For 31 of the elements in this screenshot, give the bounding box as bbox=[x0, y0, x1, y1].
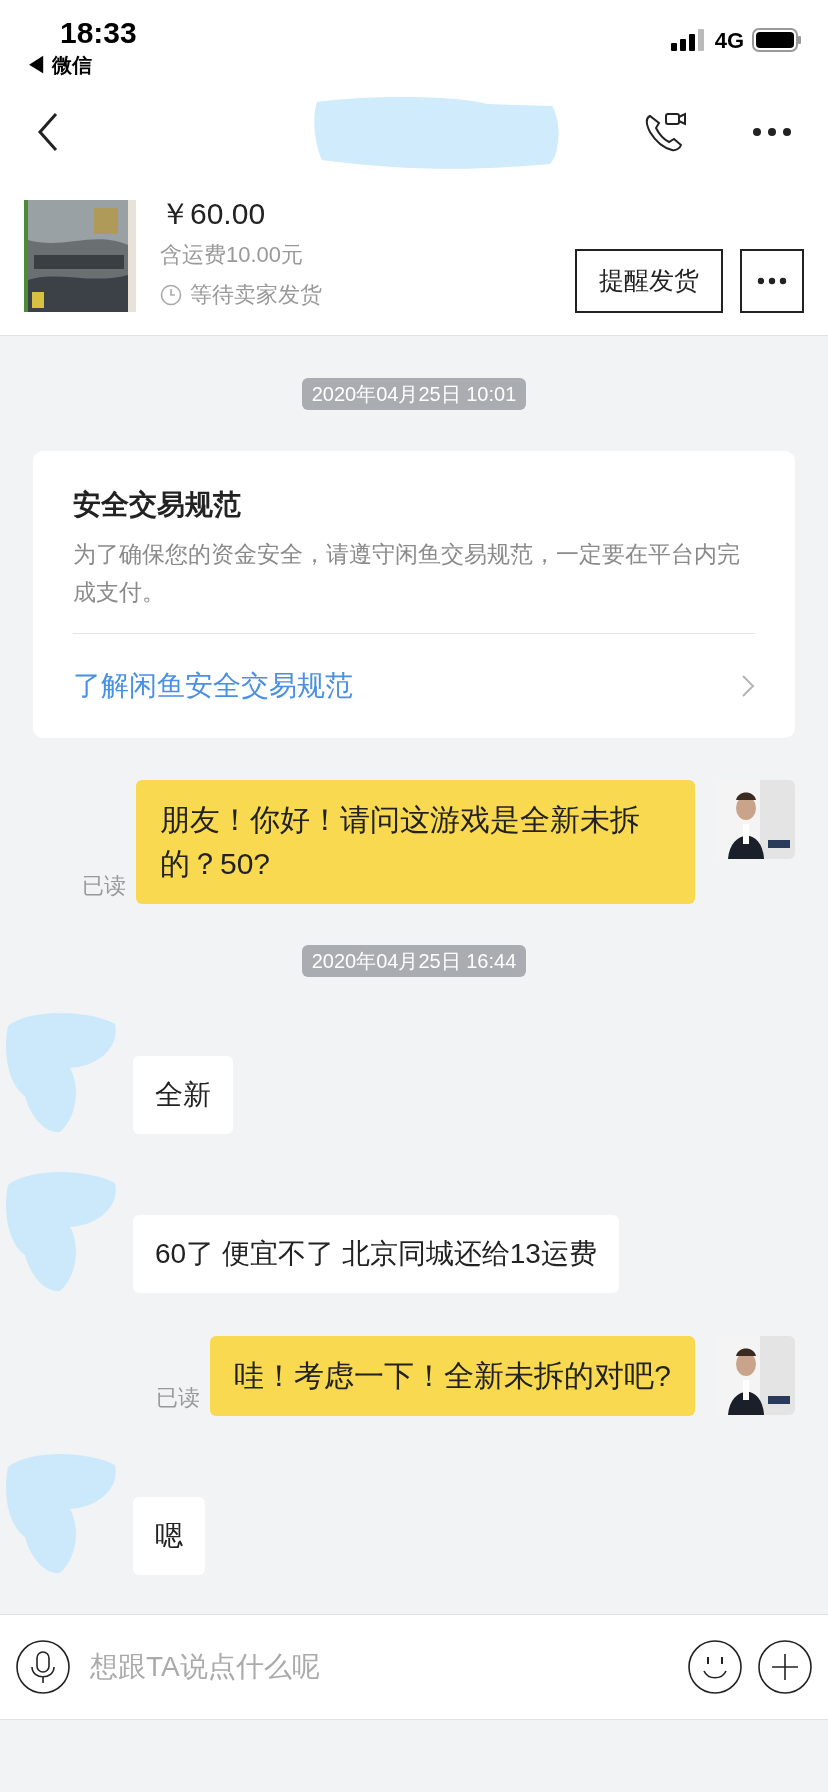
message-bubble: 哇！考虑一下！全新未拆的对吧? bbox=[210, 1336, 695, 1416]
more-button[interactable] bbox=[740, 249, 804, 313]
signal-icon bbox=[670, 29, 707, 51]
voice-video-call-icon[interactable] bbox=[644, 110, 688, 154]
message-bubble: 全新 bbox=[133, 1056, 233, 1134]
read-receipt: 已读 bbox=[82, 872, 126, 900]
remind-shipping-button[interactable]: 提醒发货 bbox=[575, 249, 723, 313]
price: ￥60.00 bbox=[160, 196, 267, 232]
message-bubble: 60了 便宜不了 北京同城还给13运费 bbox=[133, 1215, 619, 1293]
chevron-right-icon bbox=[741, 674, 755, 698]
more-icon bbox=[757, 277, 787, 285]
more-icon[interactable] bbox=[752, 127, 792, 137]
emoji-icon[interactable] bbox=[688, 1640, 742, 1694]
message-bubble: 朋友！你好！请问这游戏是全新未拆的？50? bbox=[136, 780, 695, 904]
notice-body: 为了确保您的资金安全，请遵守闲鱼交易规范，一定要在平台内完成支付。 bbox=[73, 540, 741, 607]
microphone-icon[interactable] bbox=[16, 1640, 70, 1694]
message-bubble: 嗯 bbox=[133, 1497, 205, 1575]
status-time: 18:33 bbox=[60, 15, 137, 51]
add-icon[interactable] bbox=[758, 1640, 812, 1694]
notice-title: 安全交易规范 bbox=[73, 488, 242, 522]
message-input[interactable]: 想跟TA说点什么呢 bbox=[90, 1646, 688, 1688]
back-to-app-link[interactable]: ◀ 微信 bbox=[26, 52, 137, 78]
shipping-fee: 含运费10.00元 bbox=[160, 241, 305, 269]
clock-icon bbox=[160, 284, 182, 306]
battery-icon bbox=[752, 28, 802, 52]
network-label: 4G bbox=[714, 26, 744, 55]
back-icon[interactable] bbox=[36, 112, 60, 152]
order-status: 等待卖家发货 bbox=[190, 281, 322, 309]
timestamp: 2020年04月25日 16:44 bbox=[301, 945, 527, 977]
timestamp: 2020年04月25日 10:01 bbox=[301, 378, 527, 410]
read-receipt: 已读 bbox=[156, 1384, 201, 1412]
